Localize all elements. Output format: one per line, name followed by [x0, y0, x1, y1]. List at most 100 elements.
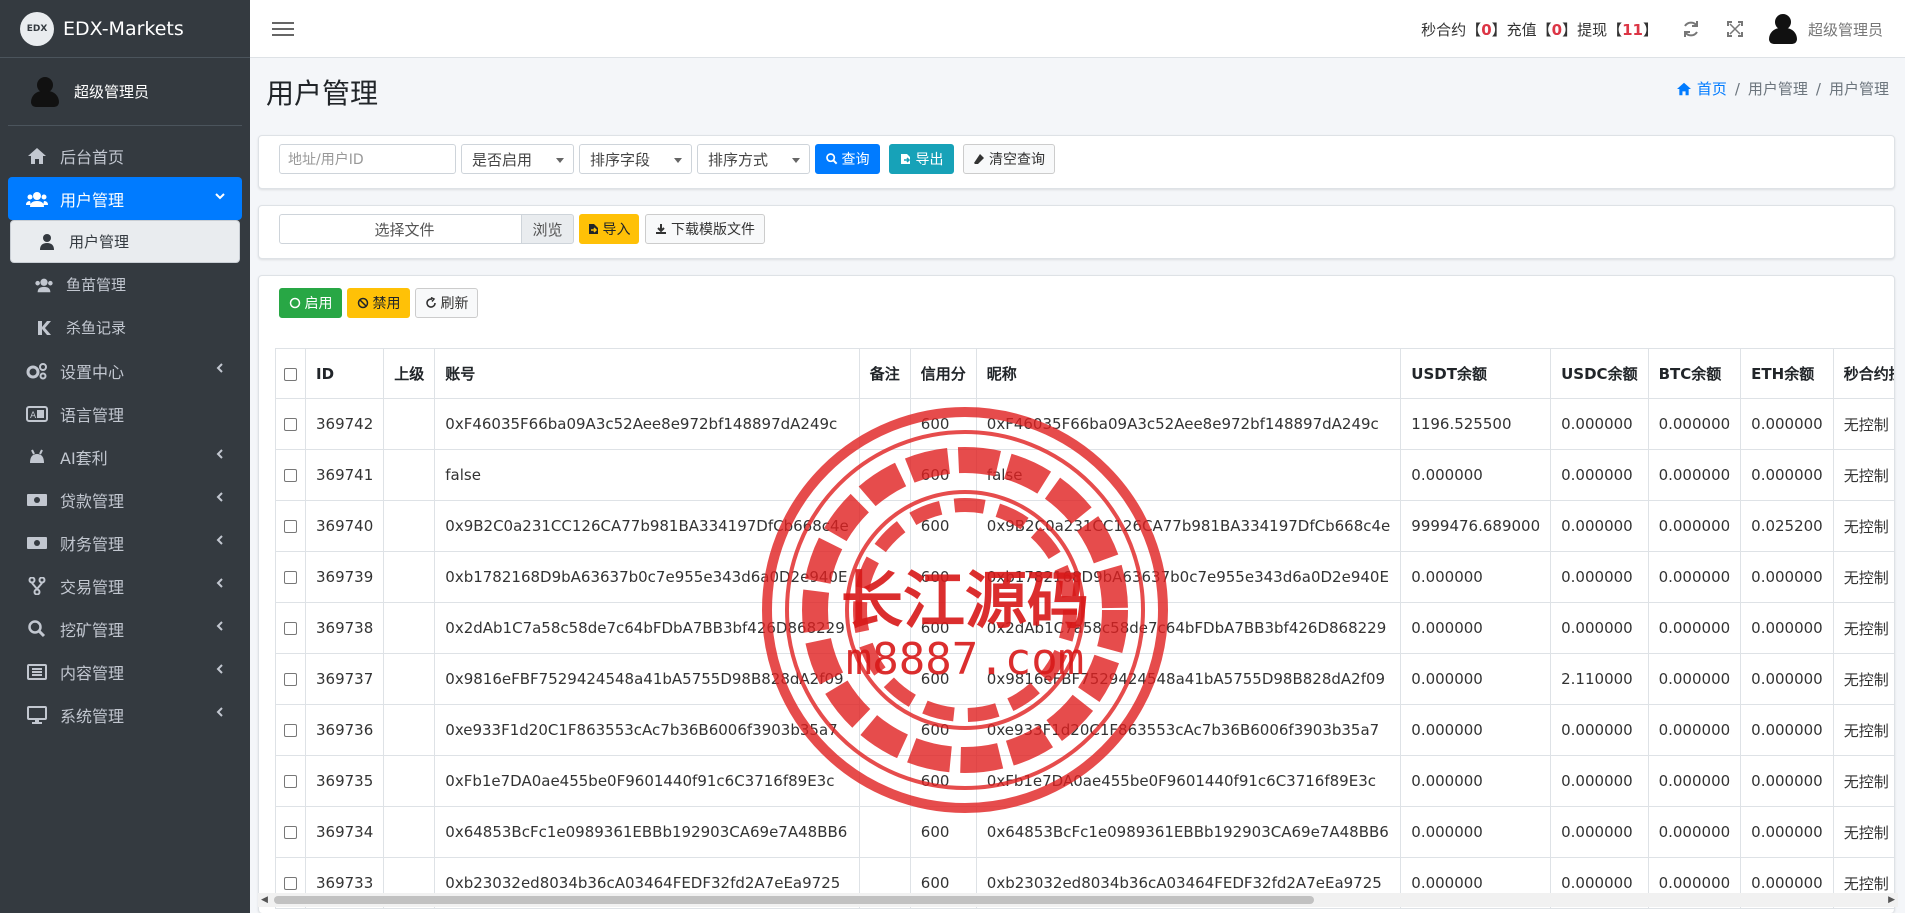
download-template-button[interactable]: 下载模版文件 [645, 214, 765, 244]
row-checkbox[interactable] [284, 673, 297, 686]
column-header[interactable]: BTC余额 [1647, 348, 1742, 399]
cell-parent [383, 704, 436, 756]
row-checkbox[interactable] [284, 826, 297, 839]
export-button[interactable]: 导出 [889, 144, 954, 174]
table-row[interactable]: 369742 0xF46035F66ba09A3c52Aee8e972bf1488… [275, 398, 1894, 450]
query-button[interactable]: 查询 [815, 144, 880, 174]
sidebar-item-label: 内容管理 [60, 663, 125, 683]
sidebar-item-ai-arbitrage[interactable]: AI套利 [8, 435, 242, 478]
cell-control: 无控制 [1832, 602, 1894, 654]
column-header[interactable]: 昵称 [975, 348, 1402, 399]
column-header[interactable]: 备注 [858, 348, 911, 399]
sidebar-item-language[interactable]: A 语言管理 [8, 392, 242, 435]
stat-label: 】充值【 [1491, 20, 1552, 39]
horizontal-scrollbar[interactable]: ◀ ▶ [258, 893, 1898, 907]
enabled-select[interactable]: 是否启用 [461, 144, 574, 174]
cell-id: 369736 [304, 704, 385, 756]
select-all-checkbox[interactable] [284, 367, 297, 381]
breadcrumb: 首页 / 用户管理 / 用户管理 [1676, 78, 1889, 99]
cell-credit: 600 [909, 806, 977, 858]
column-header[interactable]: 信用分 [909, 348, 977, 399]
row-checkbox[interactable] [284, 520, 297, 533]
caret-down-icon [556, 158, 564, 163]
row-checkbox[interactable] [284, 724, 297, 737]
sidebar-item-system[interactable]: 系统管理 [8, 693, 242, 736]
scroll-right-icon[interactable]: ▶ [1888, 895, 1895, 905]
stat-second-contract[interactable]: 秒合约【0 [1421, 19, 1491, 40]
row-checkbox[interactable] [284, 571, 297, 584]
stat-withdraw[interactable]: 】提现【11】 [1562, 19, 1658, 40]
disable-button[interactable]: 禁用 [347, 288, 410, 318]
eraser-icon [974, 154, 984, 164]
cell-credit: 600 [909, 398, 977, 450]
select-value: 排序字段 [590, 150, 651, 169]
cell-nickname: 0x9B2C0a231CC126CA77b981BA334197DfCb668c… [975, 500, 1402, 552]
column-header[interactable]: 上级 [383, 348, 436, 399]
sidebar-item-loans[interactable]: 贷款管理 [8, 478, 242, 521]
sidebar-item-user-management[interactable]: 用户管理 [8, 177, 242, 220]
sidebar-subitem-kill-records[interactable]: 杀鱼记录 [8, 306, 242, 349]
sort-order-select[interactable]: 排序方式 [697, 144, 810, 174]
cell-id: 369734 [304, 806, 385, 858]
sidebar-item-settings[interactable]: 设置中心 [8, 349, 242, 392]
topbar-user-menu[interactable]: 超级管理员 [1768, 14, 1883, 44]
sidebar-item-finance[interactable]: 财务管理 [8, 521, 242, 564]
file-input[interactable]: 选择文件 [279, 214, 522, 244]
row-checkbox[interactable] [284, 775, 297, 788]
circle-icon [289, 297, 300, 309]
k-icon [34, 320, 54, 336]
stat-value: 0 [1551, 20, 1563, 39]
language-icon: A [26, 405, 48, 422]
table-row[interactable]: 369735 0xFb1e7DA0ae455be0F9601440f91c6C37… [275, 755, 1894, 807]
column-header[interactable]: ID [304, 348, 385, 399]
column-header[interactable]: USDC余额 [1550, 348, 1649, 399]
table-row[interactable]: 369738 0x2dAb1C7a58c58de7c64bFDbA7BB3bf42… [275, 602, 1894, 654]
scrollbar-thumb[interactable] [274, 896, 1314, 904]
column-header[interactable]: 账号 [434, 348, 860, 399]
table-row[interactable]: 369734 0x64853BcFc1e0989361EBBb192903CA69… [275, 806, 1894, 858]
table-row[interactable]: 369736 0xe933F1d20C1F863553cAc7b36B6006f3… [275, 704, 1894, 756]
clear-query-button[interactable]: 清空查询 [963, 144, 1055, 174]
ban-icon [357, 297, 368, 309]
fullscreen-icon[interactable] [1724, 18, 1746, 40]
sidebar-item-home[interactable]: 后台首页 [8, 134, 242, 177]
column-header[interactable]: ETH余额 [1740, 348, 1834, 399]
sidebar-item-mining[interactable]: 挖矿管理 [8, 607, 242, 650]
stat-recharge[interactable]: 】充值【0 [1492, 19, 1562, 40]
browse-button[interactable]: 浏览 [521, 214, 574, 244]
table-row[interactable]: 369737 0x9816eFBF7529424548a41bA5755D98B8… [275, 653, 1894, 705]
refresh-icon[interactable] [1680, 18, 1702, 40]
row-checkbox[interactable] [284, 418, 297, 431]
table-row[interactable]: 369739 0xb1782168D9bA63637b0c7e955e343d6a… [275, 551, 1894, 603]
cell-parent [383, 500, 436, 552]
button-label: 下载模版文件 [671, 222, 755, 238]
stat-value: 11 [1622, 20, 1643, 39]
sidebar-item-content[interactable]: 内容管理 [8, 650, 242, 693]
row-checkbox[interactable] [284, 622, 297, 635]
table-row[interactable]: 369741 false 600 false 0.000000 0.000000 0.000… [275, 449, 1894, 501]
cell-parent [383, 398, 436, 450]
import-button[interactable]: 导入 [579, 214, 639, 244]
sidebar-subitem-fry-management[interactable]: 鱼苗管理 [8, 263, 242, 306]
cell-credit: 600 [909, 602, 977, 654]
sidebar-subitem-user-management[interactable]: 用户管理 [10, 220, 240, 263]
breadcrumb-home[interactable]: 首页 [1676, 78, 1727, 99]
cell-btc: 0.000000 [1647, 704, 1742, 756]
menu-toggle-icon[interactable] [272, 18, 294, 40]
scroll-left-icon[interactable]: ◀ [261, 895, 268, 905]
button-label: 禁用 [372, 296, 401, 312]
refresh-button[interactable]: 刷新 [415, 288, 478, 318]
enable-button[interactable]: 启用 [279, 288, 342, 318]
column-header[interactable]: 秒合约控制 [1832, 348, 1894, 399]
search-input[interactable]: 地址/用户ID [279, 144, 456, 174]
brand[interactable]: EDX EDX-Markets [0, 0, 250, 58]
sort-field-select[interactable]: 排序字段 [579, 144, 692, 174]
row-checkbox[interactable] [284, 877, 297, 890]
cell-account: 0xF46035F66ba09A3c52Aee8e972bf148897dA24… [434, 398, 860, 450]
sidebar-item-trading[interactable]: 交易管理 [8, 564, 242, 607]
column-header[interactable]: USDT余额 [1400, 348, 1552, 399]
redo-icon [425, 297, 436, 308]
table-row[interactable]: 369740 0x9B2C0a231CC126CA77b981BA334197Df… [275, 500, 1894, 552]
user-panel[interactable]: 超级管理员 [8, 58, 242, 126]
row-checkbox[interactable] [284, 469, 297, 482]
